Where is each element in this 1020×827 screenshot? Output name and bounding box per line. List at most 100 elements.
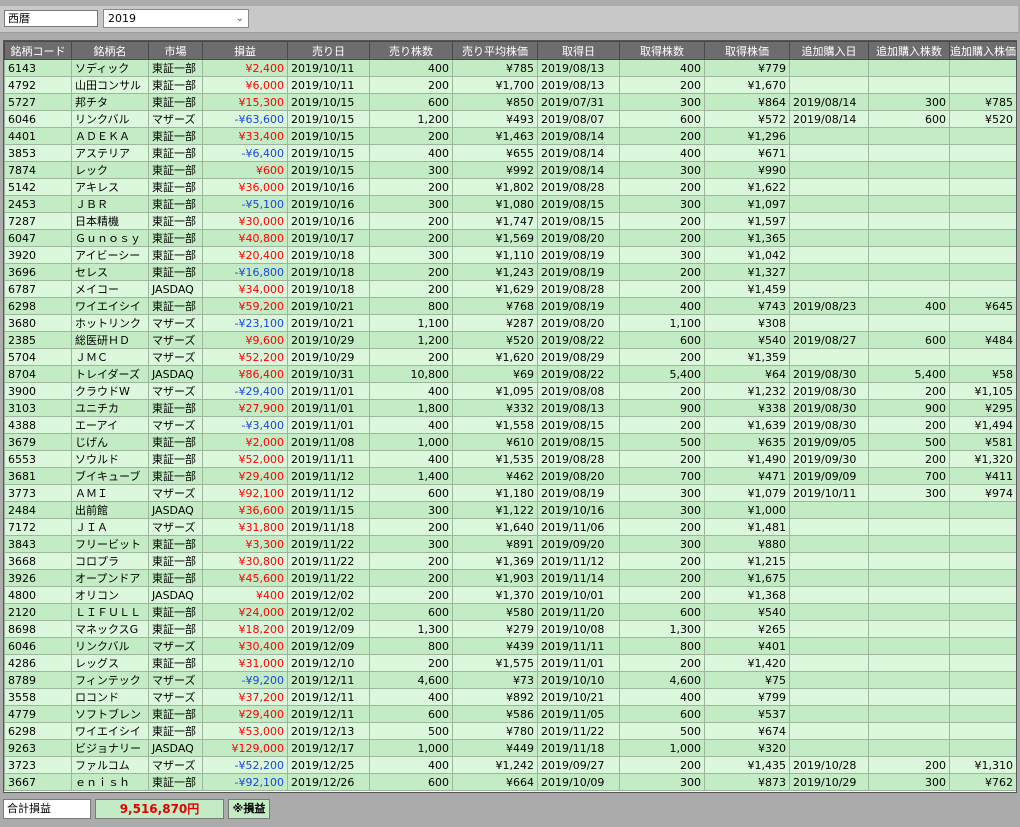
- table-cell[interactable]: 400: [619, 144, 705, 162]
- table-cell[interactable]: ¥1,105: [949, 382, 1016, 400]
- table-cell[interactable]: [868, 518, 950, 536]
- table-cell[interactable]: ¥1,243: [452, 263, 538, 281]
- table-cell[interactable]: 200: [369, 552, 453, 570]
- table-cell[interactable]: 600: [369, 93, 453, 111]
- table-cell[interactable]: 2019/10/15: [287, 161, 370, 179]
- table-cell[interactable]: JASDAQ: [148, 739, 203, 757]
- table-cell[interactable]: [789, 348, 869, 366]
- table-cell[interactable]: 2019/11/12: [287, 484, 370, 502]
- table-cell[interactable]: ¥64: [704, 365, 790, 383]
- table-cell[interactable]: ¥1,080: [452, 195, 538, 213]
- table-cell[interactable]: [789, 212, 869, 230]
- table-cell[interactable]: メイコー: [71, 280, 149, 298]
- table-cell[interactable]: 600: [868, 110, 950, 128]
- column-header[interactable]: 売り株数: [369, 41, 453, 60]
- table-cell[interactable]: ｅｎｉｓｈ: [71, 773, 149, 791]
- table-cell[interactable]: 2019/10/17: [287, 229, 370, 247]
- table-cell[interactable]: 2019/12/25: [287, 756, 370, 774]
- table-cell[interactable]: ¥540: [704, 331, 790, 349]
- table-cell[interactable]: 2019/12/11: [287, 688, 370, 706]
- table-cell[interactable]: アキレス: [71, 178, 149, 196]
- table-cell[interactable]: ¥279: [452, 620, 538, 638]
- table-cell[interactable]: 3667: [4, 773, 72, 791]
- table-cell[interactable]: ¥1,296: [704, 127, 790, 145]
- table-cell[interactable]: [789, 705, 869, 723]
- table-cell[interactable]: ¥572: [704, 110, 790, 128]
- table-cell[interactable]: -¥23,100: [202, 314, 288, 332]
- table-cell[interactable]: 2019/10/08: [537, 620, 620, 638]
- column-header[interactable]: 追加購入日: [789, 41, 869, 60]
- table-row[interactable]: 3926 オープンドア 東証一部 ¥45,600 2019/11/22 200 ¥1,903…: [4, 569, 1016, 587]
- table-row[interactable]: 8698 マネックスG 東証一部 ¥18,200 2019/12/09 1,300 ¥279…: [4, 620, 1016, 638]
- table-cell[interactable]: JASDAQ: [148, 501, 203, 519]
- table-cell[interactable]: -¥16,800: [202, 263, 288, 281]
- table-cell[interactable]: ¥1,097: [704, 195, 790, 213]
- table-cell[interactable]: [949, 637, 1016, 655]
- table-cell[interactable]: 総医研ＨＤ: [71, 331, 149, 349]
- table-row[interactable]: 2453 ＪＢＲ 東証一部 -¥5,100 2019/10/16 300 ¥1,080 201…: [4, 195, 1016, 213]
- table-cell[interactable]: ¥75: [704, 671, 790, 689]
- table-cell[interactable]: 3773: [4, 484, 72, 502]
- table-cell[interactable]: 800: [369, 637, 453, 655]
- table-cell[interactable]: 3926: [4, 569, 72, 587]
- table-cell[interactable]: 2019/10/29: [789, 773, 869, 791]
- table-cell[interactable]: ¥30,800: [202, 552, 288, 570]
- table-cell[interactable]: ¥129,000: [202, 739, 288, 757]
- table-cell[interactable]: [949, 263, 1016, 281]
- table-cell[interactable]: 5727: [4, 93, 72, 111]
- table-cell[interactable]: 400: [369, 416, 453, 434]
- table-cell[interactable]: 2019/08/19: [537, 297, 620, 315]
- table-cell[interactable]: 2019/08/30: [789, 416, 869, 434]
- table-cell[interactable]: 6298: [4, 297, 72, 315]
- table-cell[interactable]: ¥1,597: [704, 212, 790, 230]
- table-row[interactable]: 3667 ｅｎｉｓｈ 東証一部 -¥92,100 2019/12/26 600 ¥664 20…: [4, 773, 1016, 791]
- table-cell[interactable]: 2019/08/28: [537, 450, 620, 468]
- table-cell[interactable]: [868, 76, 950, 94]
- table-cell[interactable]: [949, 76, 1016, 94]
- table-cell[interactable]: 400: [868, 297, 950, 315]
- table-cell[interactable]: [949, 178, 1016, 196]
- table-cell[interactable]: 5,400: [619, 365, 705, 383]
- table-cell[interactable]: -¥63,600: [202, 110, 288, 128]
- table-cell[interactable]: [949, 501, 1016, 519]
- table-cell[interactable]: 300: [369, 161, 453, 179]
- table-cell[interactable]: 200: [868, 450, 950, 468]
- table-cell[interactable]: 山田コンサル: [71, 76, 149, 94]
- table-cell[interactable]: 2019/11/20: [537, 603, 620, 621]
- table-cell[interactable]: 200: [369, 212, 453, 230]
- table-cell[interactable]: [949, 348, 1016, 366]
- table-cell[interactable]: 200: [619, 263, 705, 281]
- table-cell[interactable]: ¥799: [704, 688, 790, 706]
- table-cell[interactable]: 600: [369, 705, 453, 723]
- table-cell[interactable]: 3103: [4, 399, 72, 417]
- table-cell[interactable]: ¥400: [202, 586, 288, 604]
- table-cell[interactable]: 2019/08/20: [537, 467, 620, 485]
- table-cell[interactable]: 1,100: [369, 314, 453, 332]
- table-cell[interactable]: [789, 280, 869, 298]
- column-header[interactable]: 追加購入株価: [949, 41, 1016, 60]
- table-cell[interactable]: 600: [619, 705, 705, 723]
- table-cell[interactable]: マザーズ: [148, 688, 203, 706]
- table-cell[interactable]: ¥1,675: [704, 569, 790, 587]
- table-cell[interactable]: 5,400: [868, 365, 950, 383]
- table-cell[interactable]: [949, 552, 1016, 570]
- table-row[interactable]: 3843 フリービット 東証一部 ¥3,300 2019/11/22 300 ¥891 201…: [4, 535, 1016, 553]
- table-cell[interactable]: ¥31,000: [202, 654, 288, 672]
- table-cell[interactable]: ¥520: [452, 331, 538, 349]
- table-cell[interactable]: ¥880: [704, 535, 790, 553]
- table-cell[interactable]: [789, 569, 869, 587]
- table-cell[interactable]: [949, 314, 1016, 332]
- table-cell[interactable]: 東証一部: [148, 773, 203, 791]
- table-row[interactable]: 5142 アキレス 東証一部 ¥36,000 2019/10/16 200 ¥1,802 20…: [4, 178, 1016, 196]
- table-cell[interactable]: ¥29,400: [202, 467, 288, 485]
- table-cell[interactable]: ¥1,640: [452, 518, 538, 536]
- table-cell[interactable]: [868, 229, 950, 247]
- table-cell[interactable]: 600: [369, 603, 453, 621]
- table-cell[interactable]: 1,800: [369, 399, 453, 417]
- table-cell[interactable]: ＪＩＡ: [71, 518, 149, 536]
- table-row[interactable]: 7172 ＪＩＡ マザーズ ¥31,800 2019/11/18 200 ¥1,640 201…: [4, 518, 1016, 536]
- table-cell[interactable]: 8789: [4, 671, 72, 689]
- table-cell[interactable]: マザーズ: [148, 314, 203, 332]
- table-cell[interactable]: [789, 246, 869, 264]
- table-cell[interactable]: ¥586: [452, 705, 538, 723]
